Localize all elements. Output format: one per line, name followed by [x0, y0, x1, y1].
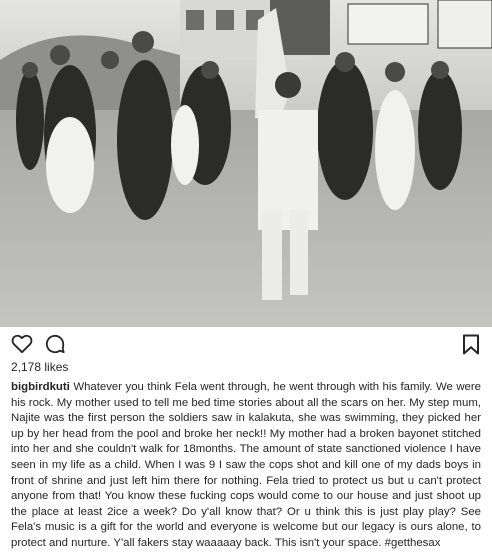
- comment-bubble-icon[interactable]: [45, 334, 65, 354]
- post-photo[interactable]: [0, 0, 492, 327]
- heart-icon[interactable]: [11, 334, 33, 354]
- caption-text: Whatever you think Fela went through, he…: [11, 381, 482, 549]
- caption-username[interactable]: bigbirdkuti: [11, 381, 70, 393]
- post-caption: bigbirdkuti Whatever you think Fela went…: [11, 380, 481, 552]
- bookmark-icon[interactable]: [462, 334, 480, 355]
- action-bar: [0, 327, 492, 367]
- likes-count[interactable]: 2,178 likes: [11, 360, 68, 374]
- instagram-post: 2,178 likes bigbirdkuti Whatever you thi…: [0, 0, 492, 549]
